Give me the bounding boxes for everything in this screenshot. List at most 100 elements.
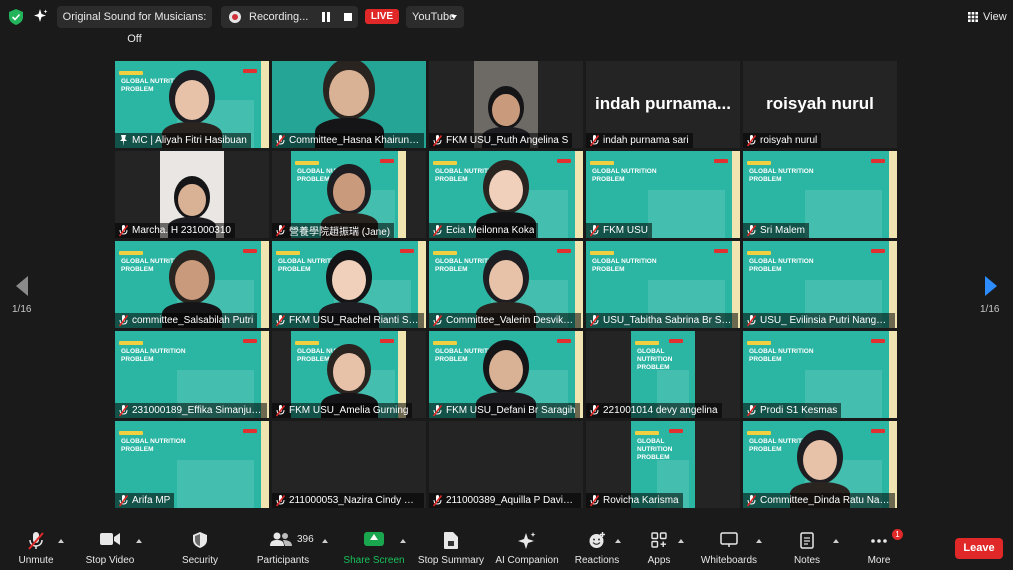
- participant-tile[interactable]: GLOBAL NUTRITION PROBLEM 231000189_Effika …: [115, 331, 269, 418]
- slide-tag-graphic: [747, 251, 771, 255]
- participants-options-caret-icon[interactable]: [322, 539, 328, 543]
- participant-tile[interactable]: indah purnama... indah purnama sari: [586, 61, 740, 148]
- participant-tile[interactable]: GLOBAL NUTRITION PROBLEM Prodi S1 Kesmas: [743, 331, 897, 418]
- slide-tag-graphic: [635, 341, 659, 345]
- participant-tile[interactable]: Marcha. H 231000310: [115, 151, 269, 238]
- previous-page-arrow-icon[interactable]: [16, 276, 28, 296]
- pause-recording-button[interactable]: [322, 12, 330, 22]
- participant-name: Rovicha Karisma: [603, 495, 679, 506]
- stop-summary-button[interactable]: Stop Summary: [416, 525, 486, 570]
- slide-red-tag-graphic: [243, 429, 257, 433]
- slide-title-line2: PROBLEM: [637, 454, 670, 461]
- leave-button[interactable]: Leave: [955, 538, 1003, 559]
- view-button[interactable]: View: [962, 6, 1007, 28]
- person-face: [178, 183, 206, 216]
- ai-sparkle-icon[interactable]: [34, 9, 48, 23]
- participant-tile[interactable]: GLOBAL NUTRITION PROBLEM FKM USU: [586, 151, 740, 238]
- notes-label: Notes: [793, 555, 821, 566]
- participant-tile[interactable]: GLOBAL NUTRITION PROBLEM Committee_Valerin…: [429, 241, 583, 328]
- participant-tile[interactable]: GLOBAL NUTRITION PROBLEM FKM USU_Amelia Gu…: [272, 331, 426, 418]
- mic-muted-icon: [276, 494, 285, 506]
- security-label: Security: [181, 555, 219, 566]
- apps-button[interactable]: Apps: [640, 525, 678, 570]
- slide-red-tag-graphic: [871, 429, 885, 433]
- participant-tile[interactable]: GLOBAL NUTRITION PROBLEM FKM USU_Defani Br…: [429, 331, 583, 418]
- share-screen-button[interactable]: Share Screen: [342, 525, 406, 570]
- person-face: [489, 350, 523, 390]
- mic-muted-icon: [747, 494, 756, 506]
- participant-name-bar: Prodi S1 Kesmas: [743, 403, 842, 418]
- participant-tile[interactable]: GLOBAL NUTRITION PROBLEM Rovicha Karisma: [586, 421, 740, 508]
- participant-tile[interactable]: GLOBAL NUTRITION PROBLEM FKM USU_Rachel Ri…: [272, 241, 426, 328]
- participant-name-bar: Committee_Dinda Ratu Nayla: [743, 493, 895, 508]
- participant-tile[interactable]: GLOBAL NUTRITION PROBLEM Arifa MP: [115, 421, 269, 508]
- stop-summary-label: Stop Summary: [417, 555, 485, 566]
- slide-title: GLOBAL NUTRITION PROBLEM: [749, 168, 814, 184]
- mic-muted-icon: [28, 532, 44, 550]
- participant-name-bar: roisyah nurul: [743, 133, 822, 148]
- whiteboards-button[interactable]: Whiteboards: [696, 525, 762, 570]
- whiteboards-options-caret-icon[interactable]: [756, 539, 762, 543]
- notes-options-caret-icon[interactable]: [833, 539, 839, 543]
- slide-red-tag-graphic: [557, 249, 571, 253]
- slide-red-tag-graphic: [557, 159, 571, 163]
- slide-edge-graphic: [398, 151, 406, 238]
- slide-title: GLOBAL NUTRITION PROBLEM: [749, 258, 814, 274]
- next-page-arrow-icon[interactable]: [985, 276, 997, 296]
- video-options-caret-icon[interactable]: [136, 539, 142, 543]
- participant-tile[interactable]: GLOBAL NUTRITION PROBLEM USU_Tabitha Sabri…: [586, 241, 740, 328]
- participant-tile[interactable]: GLOBAL NUTRITION PROBLEM 營養學院趙振瑞 (Jane): [272, 151, 426, 238]
- participant-tile[interactable]: GLOBAL NUTRITION PROBLEM Sri Malem: [743, 151, 897, 238]
- participant-name-bar: Sri Malem: [743, 223, 810, 238]
- slide-red-tag-graphic: [243, 339, 257, 343]
- participant-name-bar: 營養學院趙振瑞 (Jane): [272, 223, 395, 238]
- slide-title: GLOBAL NUTRITION PROBLEM: [749, 348, 814, 364]
- participant-tile[interactable]: Committee_Hasna Khairunni...: [272, 61, 426, 148]
- participant-name-bar: Marcha. H 231000310: [115, 223, 235, 238]
- slide-edge-graphic: [889, 331, 897, 418]
- slide-red-tag-graphic: [400, 249, 414, 253]
- stop-video-button[interactable]: Stop Video: [80, 525, 140, 570]
- participant-tile[interactable]: GLOBAL NUTRITION PROBLEM 221001014 devy an…: [586, 331, 740, 418]
- participant-gallery: GLOBAL NUTRITION PROBLEM MC | Aliyah Fitri…: [115, 61, 897, 509]
- participants-button[interactable]: Participants: [252, 525, 314, 570]
- slide-red-tag-graphic: [871, 249, 885, 253]
- ai-companion-button[interactable]: AI Companion: [494, 525, 560, 570]
- unmute-button[interactable]: Unmute: [12, 525, 60, 570]
- participants-icon: [270, 532, 292, 546]
- slide-red-tag-graphic: [714, 249, 728, 253]
- apps-label: Apps: [647, 555, 671, 566]
- participant-tile[interactable]: GLOBAL NUTRITION PROBLEM Ecia Meilonna Kok…: [429, 151, 583, 238]
- security-button[interactable]: Security: [172, 525, 228, 570]
- original-sound-toggle[interactable]: Original Sound for Musicians: Off: [57, 6, 212, 45]
- stop-recording-button[interactable]: [344, 13, 352, 21]
- reactions-options-caret-icon[interactable]: [615, 539, 621, 543]
- participant-tile[interactable]: 211000053_Nazira Cindy Sya...: [272, 421, 426, 508]
- slide-red-tag-graphic: [380, 159, 394, 163]
- participant-tile[interactable]: GLOBAL NUTRITION PROBLEM USU_ Evilinsia Pu…: [743, 241, 897, 328]
- recording-status: Recording...: [221, 6, 358, 28]
- participant-tile[interactable]: GLOBAL NUTRITION PROBLEM MC | Aliyah Fitri…: [115, 61, 269, 148]
- live-badge[interactable]: LIVE: [365, 9, 399, 24]
- participant-name: Arifa MP: [132, 495, 171, 506]
- notes-button[interactable]: Notes: [786, 525, 828, 570]
- stream-target-dropdown[interactable]: YouTube: [406, 6, 464, 28]
- participant-tile[interactable]: GLOBAL NUTRITION PROBLEM Committee_Dinda R…: [743, 421, 897, 508]
- apps-options-caret-icon[interactable]: [678, 539, 684, 543]
- audio-options-caret-icon[interactable]: [58, 539, 64, 543]
- participant-name: 231000189_Effika Simanjunt...: [132, 405, 263, 416]
- mic-muted-icon: [276, 134, 285, 146]
- participant-tile[interactable]: roisyah nurul roisyah nurul: [743, 61, 897, 148]
- reactions-button[interactable]: Reactions: [574, 525, 620, 570]
- encryption-shield-icon[interactable]: [9, 9, 23, 25]
- more-notification-badge: 1: [892, 529, 903, 540]
- participant-name-bar: Committee_Valerin Desvika ...: [429, 313, 581, 328]
- participant-tile[interactable]: FKM USU_Ruth Angelina S: [429, 61, 583, 148]
- participant-tile[interactable]: 211000389_Aquilla P Davina...: [429, 421, 583, 508]
- share-options-caret-icon[interactable]: [400, 539, 406, 543]
- mic-muted-icon: [276, 404, 285, 416]
- participant-name: committee_Salsabilah Putri: [132, 315, 254, 326]
- participant-tile[interactable]: GLOBAL NUTRITION PROBLEM committee_Salsabi…: [115, 241, 269, 328]
- person-face: [489, 170, 523, 210]
- slide-red-tag-graphic: [871, 159, 885, 163]
